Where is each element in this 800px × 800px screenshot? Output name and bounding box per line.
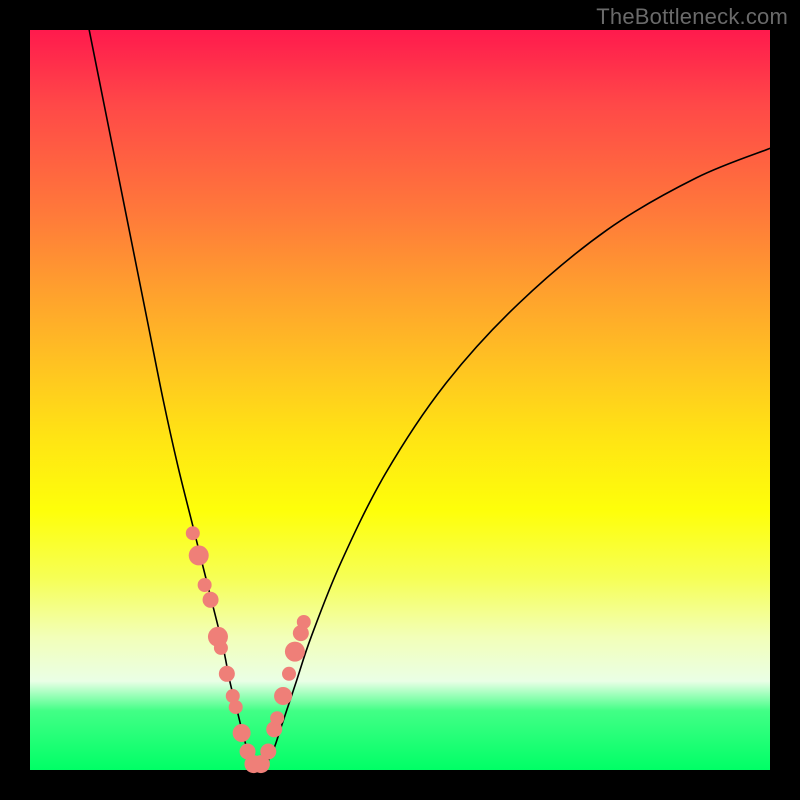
chart-frame: TheBottleneck.com xyxy=(0,0,800,800)
marker-point xyxy=(274,687,292,705)
marker-point xyxy=(198,578,212,592)
marker-point xyxy=(270,711,284,725)
marker-point xyxy=(229,700,243,714)
marker-point xyxy=(214,641,228,655)
marker-point xyxy=(186,526,200,540)
marker-point xyxy=(203,592,219,608)
watermark-text: TheBottleneck.com xyxy=(596,4,788,30)
marker-point xyxy=(189,545,209,565)
plot-area xyxy=(30,30,770,770)
bottleneck-curve xyxy=(89,30,770,766)
marker-point xyxy=(282,667,296,681)
marker-point xyxy=(297,615,311,629)
marker-point xyxy=(233,724,251,742)
marker-point xyxy=(285,642,305,662)
curve-layer xyxy=(30,30,770,770)
marker-point xyxy=(219,666,235,682)
markers-group xyxy=(186,526,311,773)
marker-point xyxy=(260,744,276,760)
